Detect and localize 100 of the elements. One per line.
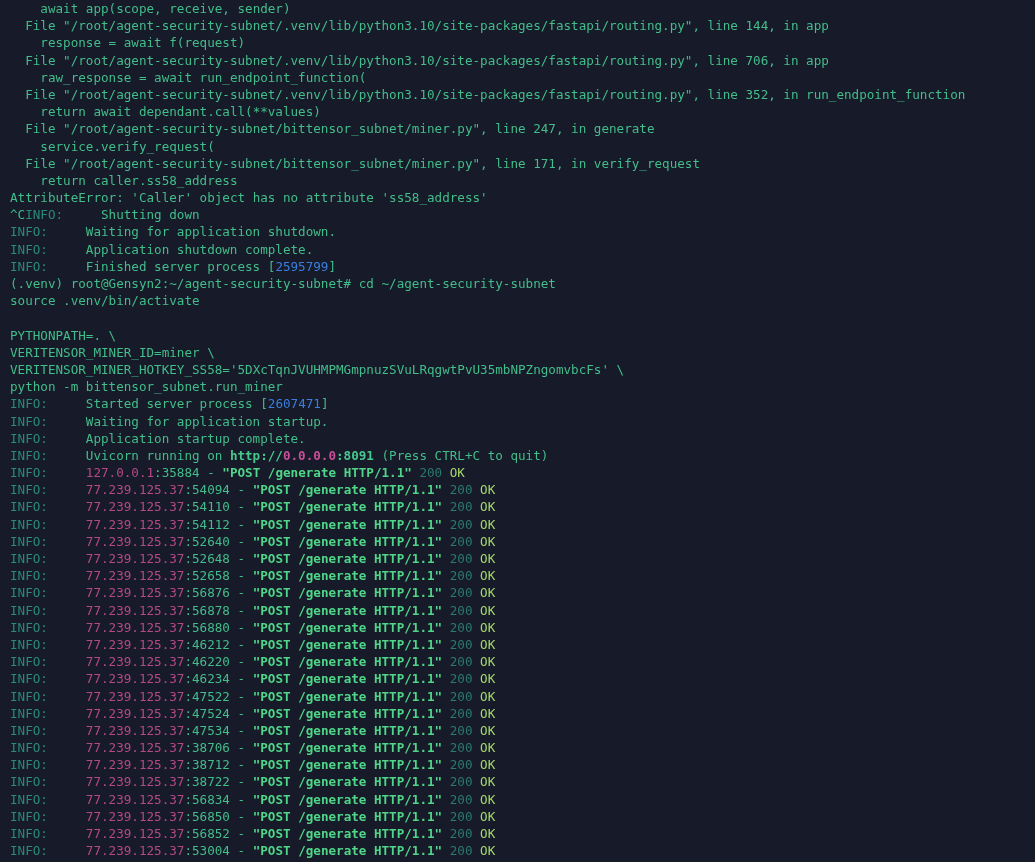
- status-text: OK: [480, 635, 496, 654]
- request-line: "POST /generate HTTP/1.1": [252, 584, 443, 602]
- ip-address: 77.239.125.37: [85, 842, 185, 860]
- status-code: 200: [449, 825, 473, 843]
- log-level: INFO:: [10, 223, 49, 241]
- log-level: INFO:: [10, 240, 49, 258]
- request-line: "POST /generate HTTP/1.1": [252, 532, 443, 550]
- log-level: INFO:: [10, 773, 49, 791]
- terminal-text: :38722 -: [184, 773, 247, 791]
- terminal-text: AttributeError: 'Caller' object has no attribute 'ss58_address': [10, 189, 488, 207]
- log-level: INFO:: [10, 618, 49, 636]
- log-level: INFO:: [10, 498, 49, 516]
- terminal-text: :56834 -: [184, 790, 247, 808]
- terminal-text: ^C: [10, 206, 26, 224]
- terminal-text: :56876 -: [184, 584, 247, 602]
- log-level: INFO:: [25, 206, 65, 224]
- status-text: OK: [480, 756, 496, 774]
- terminal-text: Finished server process [: [85, 257, 276, 275]
- terminal-text: :52640 -: [184, 532, 247, 550]
- terminal-text: :56878 -: [184, 601, 247, 619]
- ip-address: 77.239.125.37: [85, 567, 185, 585]
- request-line: "POST /generate HTTP/1.1": [252, 498, 443, 516]
- log-level: INFO:: [10, 807, 49, 825]
- status-code: 200: [449, 842, 473, 860]
- terminal-text: Application shutdown complete.: [85, 240, 314, 258]
- ip-address: 77.239.125.37: [85, 756, 185, 774]
- ip-address: 77.239.125.37: [85, 825, 185, 843]
- terminal-text: :35884 -: [154, 464, 216, 482]
- status-text: OK: [480, 601, 496, 619]
- terminal-text: :56852 -: [184, 825, 247, 843]
- status-text: OK: [480, 515, 496, 533]
- process-id: 2595799: [275, 257, 329, 275]
- request-line: "POST /generate HTTP/1.1": [252, 687, 443, 705]
- log-level: INFO:: [10, 842, 49, 860]
- status-text: OK: [480, 550, 496, 568]
- request-line: "POST /generate HTTP/1.1": [252, 807, 443, 825]
- ip-address: 77.239.125.37: [85, 653, 185, 671]
- status-code: 200: [449, 704, 473, 722]
- log-level: INFO:: [10, 721, 49, 740]
- terminal-text: VERITENSOR_MINER_HOTKEY_SS58='5DXcTqnJVUHMPMGmpnuzSVuLRqgwtPvU35mbNPZngomvbcFs' \: [10, 360, 625, 379]
- status-code: 200: [449, 532, 473, 550]
- status-text: OK: [480, 687, 496, 705]
- terminal-text: Application startup complete.: [85, 429, 306, 447]
- status-code: 200: [449, 618, 473, 636]
- request-line: "POST /generate HTTP/1.1": [252, 635, 443, 654]
- terminal-text: Waiting for application shutdown.: [85, 223, 337, 241]
- status-code: 200: [449, 601, 473, 619]
- terminal-text: return caller.ss58_address: [39, 171, 238, 190]
- terminal-text: :52648 -: [184, 550, 247, 568]
- terminal-text: File "/root/agent-security-subnet/.venv/lib/python3.10/site-packages/fastapi/routing.py", line 706, in app: [24, 51, 829, 69]
- request-line: "POST /generate HTTP/1.1": [252, 481, 443, 499]
- terminal-text: (.venv) root@Gensyn2:~/agent-security-subnet# cd ~/agent-security-subnet: [10, 275, 556, 293]
- terminal-text: ]: [328, 257, 337, 275]
- log-level: INFO:: [10, 257, 49, 275]
- log-level: INFO:: [10, 670, 49, 688]
- status-code: 200: [449, 498, 473, 516]
- log-level: INFO:: [10, 464, 49, 482]
- terminal-text: Shutting down: [101, 206, 200, 224]
- status-code: 200: [449, 584, 473, 602]
- terminal-text: File "/root/agent-security-subnet/bittensor_subnet/miner.py", line 171, in verify_request: [24, 154, 700, 172]
- log-level: INFO:: [10, 532, 49, 550]
- ip-address: 77.239.125.37: [85, 807, 185, 825]
- log-level: INFO:: [10, 687, 49, 705]
- terminal-text: await app(scope, receive, sender): [39, 0, 291, 18]
- request-line: "POST /generate HTTP/1.1": [252, 653, 443, 671]
- ip-address: 77.239.125.37: [85, 721, 185, 740]
- terminal-text: service.verify_request(: [39, 137, 215, 155]
- terminal-text: raw_response = await run_endpoint_function(: [39, 68, 367, 86]
- request-line: "POST /generate HTTP/1.1": [252, 825, 443, 843]
- request-line: "POST /generate HTTP/1.1": [252, 756, 443, 774]
- terminal-text: File "/root/agent-security-subnet/bittensor_subnet/miner.py", line 247, in generate: [24, 120, 655, 138]
- request-line: "POST /generate HTTP/1.1": [252, 550, 443, 568]
- request-line: "POST /generate HTTP/1.1": [252, 842, 443, 860]
- process-id: 2607471: [267, 395, 321, 413]
- terminal-text: Started server process [: [85, 395, 268, 413]
- request-line: "POST /generate HTTP/1.1": [252, 670, 443, 688]
- status-text: OK: [480, 481, 496, 499]
- log-level: INFO:: [10, 395, 49, 413]
- status-code: 200: [449, 515, 473, 533]
- terminal-text: :54094 -: [184, 481, 247, 499]
- log-level: INFO:: [10, 481, 49, 499]
- log-level: INFO:: [10, 584, 49, 602]
- status-code: 200: [449, 721, 473, 740]
- terminal-text: :46212 -: [184, 635, 247, 654]
- ip-address: 77.239.125.37: [85, 790, 185, 808]
- terminal-text: :38706 -: [184, 739, 247, 757]
- terminal-text: python -m bittensor_subnet.run_miner: [10, 378, 283, 396]
- status-code: 200: [449, 756, 473, 774]
- terminal-text: PYTHONPATH=. \: [10, 326, 117, 344]
- log-level: INFO:: [10, 653, 49, 671]
- status-text: OK: [480, 842, 496, 860]
- status-text: OK: [480, 653, 496, 671]
- request-line: "POST /generate HTTP/1.1": [252, 773, 443, 791]
- status-code: 200: [419, 464, 443, 482]
- ip-address: 77.239.125.37: [85, 498, 185, 516]
- log-level: INFO:: [10, 704, 49, 722]
- status-code: 200: [449, 739, 473, 757]
- status-code: 200: [449, 635, 473, 654]
- ip-address: 77.239.125.37: [85, 532, 185, 550]
- status-text: OK: [480, 618, 496, 636]
